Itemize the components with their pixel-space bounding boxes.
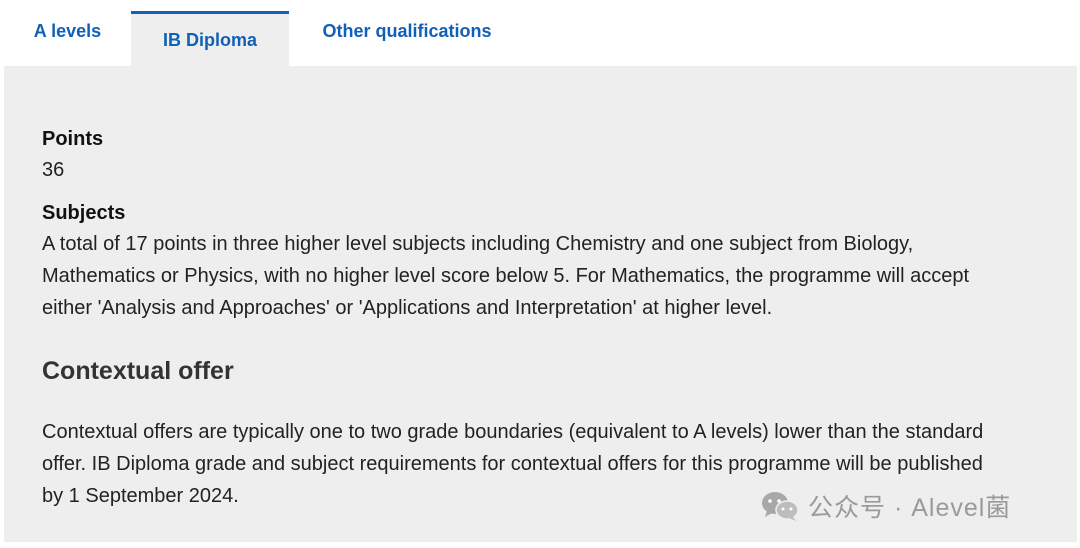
subjects-line-1: A total of 17 points in three higher lev… [42, 233, 914, 255]
wechat-icon [762, 492, 799, 521]
contextual-line-1: Contextual offers are typically one to t… [42, 421, 984, 443]
tab-panel-ib-diploma: Points 36 Subjects A total of 17 points … [4, 66, 1077, 542]
tab-a-levels[interactable]: A levels [4, 0, 131, 66]
tab-other-qualifications[interactable]: Other qualifications [289, 0, 525, 66]
contextual-line-3: by 1 September 2024. [42, 485, 239, 507]
qualification-tabs: A levels IB Diploma Other qualifications [4, 0, 1076, 66]
points-value: 36 [42, 159, 65, 181]
watermark-text: 公众号 · Alevel菌 [808, 494, 1012, 522]
subjects-line-3: either 'Analysis and Approaches' or 'App… [42, 297, 773, 319]
subjects-line-2: Mathematics or Physics, with no higher l… [42, 265, 970, 287]
subjects-label: Subjects [42, 202, 126, 224]
contextual-line-2: offer. IB Diploma grade and subject requ… [42, 453, 983, 475]
tab-ib-diploma[interactable]: IB Diploma [131, 11, 289, 66]
watermark: 公众号 · Alevel菌 [760, 488, 1011, 524]
contextual-offer-heading: Contextual offer [42, 357, 234, 385]
points-label: Points [42, 128, 104, 150]
